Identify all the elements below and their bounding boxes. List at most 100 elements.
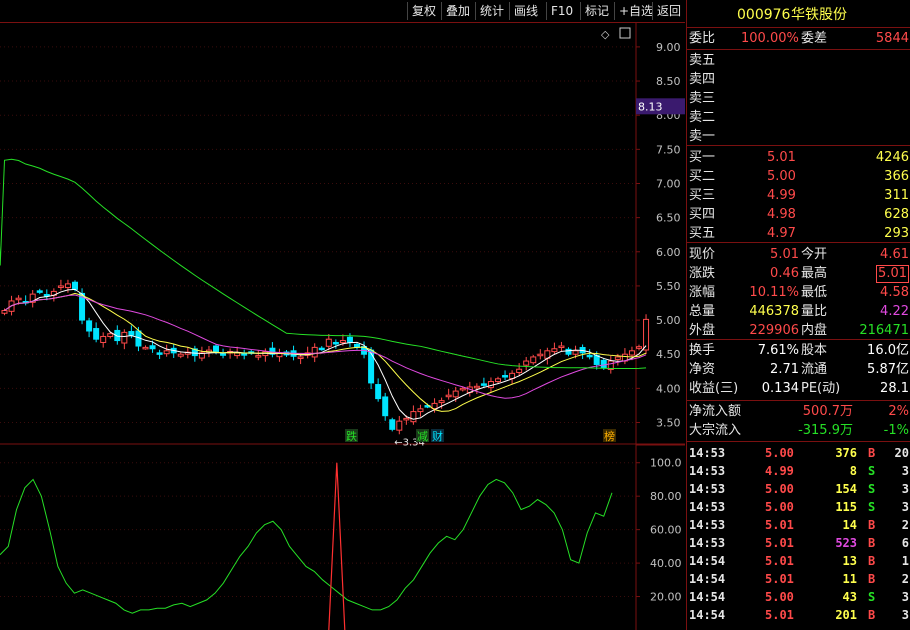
bid-label: 买二 <box>689 169 716 184</box>
bid-volume: 311 <box>884 188 909 203</box>
candle-body <box>220 353 227 356</box>
tick-price: 5.01 <box>765 554 794 568</box>
tick-volume: 376 <box>835 446 857 460</box>
candle-body <box>311 346 318 358</box>
candle-body <box>382 396 389 417</box>
candle-body <box>480 383 487 386</box>
fin-label: 股本 <box>801 343 828 358</box>
candle-body <box>339 340 346 344</box>
back-button[interactable]: 返回 <box>652 2 685 20</box>
add-watchlist-button[interactable]: +自选 <box>614 2 657 20</box>
candle-body <box>473 385 480 389</box>
candle-body <box>213 345 219 353</box>
weibi-value: 100.00% <box>741 31 799 46</box>
bid-label: 买三 <box>689 188 716 203</box>
event-mark-1: 减 <box>417 430 428 443</box>
overlay-button[interactable]: 叠加 <box>441 2 474 20</box>
candle-body <box>459 387 466 391</box>
tick-count: 3 <box>901 482 909 496</box>
fin-value: 0.134 <box>761 381 799 396</box>
tick-volume: 523 <box>835 536 857 550</box>
candle-body <box>516 368 523 374</box>
candle-body <box>255 355 262 358</box>
kline-chart-area[interactable]: 9.00 8.50 8.00 7.50 7.00 6.50 6.00 5.50 5.00 4.50… <box>0 23 685 630</box>
tick-side: S <box>868 482 876 496</box>
tick-side: B <box>868 572 876 586</box>
main-y-tick-label: 5.50 <box>656 280 681 293</box>
stat-label: 量比 <box>801 304 828 319</box>
candle-body <box>121 331 128 344</box>
fin-value: 28.1 <box>880 381 909 396</box>
fin-value: 2.71 <box>770 362 799 377</box>
fin-value: 16.0亿 <box>867 343 909 358</box>
candle-body <box>325 338 332 347</box>
stat-value: 4.22 <box>880 304 909 319</box>
draw-line-button[interactable]: 画线 <box>509 2 542 20</box>
stat-label: 总量 <box>689 304 716 319</box>
fin-label: 流通 <box>801 362 828 377</box>
candle-body <box>417 408 424 413</box>
ask-label: 卖五 <box>689 53 716 68</box>
bid-row-4: 买四 4.98 628 <box>687 205 910 224</box>
tick-count: 3 <box>901 590 909 604</box>
candle-body <box>551 348 558 353</box>
diamond-icon: ◇ <box>601 28 610 41</box>
tick-time: 14:54 <box>689 608 726 622</box>
ask-row-4: 卖四 <box>687 70 910 89</box>
candle-body <box>64 283 71 289</box>
candle-body <box>36 290 43 293</box>
kline-chart-svg[interactable]: 9.008.508.007.507.006.506.005.505.004.50… <box>0 23 685 630</box>
candle-body <box>177 353 184 357</box>
ask-row-1: 卖一 <box>687 127 910 146</box>
candle-body <box>100 335 107 343</box>
tick-price: 5.00 <box>765 500 794 514</box>
candle-body <box>241 353 248 356</box>
candle-body <box>346 336 353 343</box>
fuquan-button[interactable]: 复权 <box>407 2 440 20</box>
fin-value: 5.87亿 <box>867 362 909 377</box>
stock-name: 华铁股份 <box>791 7 847 23</box>
weibi-label: 委比 <box>689 31 716 46</box>
main-y-tick-label: 4.50 <box>656 348 681 361</box>
bid-price: 5.00 <box>767 169 796 184</box>
chart-toolbar: 复权 叠加 统计 画线 F10 标记 +自选 返回 <box>0 0 685 23</box>
candle-body <box>558 345 565 349</box>
stat-label: 内盘 <box>801 323 828 338</box>
candle-body <box>410 411 417 423</box>
stat-label: 今开 <box>801 247 828 262</box>
stat-label: 最高 <box>801 266 828 281</box>
tick-volume: 43 <box>842 590 857 604</box>
tick-count: 1 <box>901 554 909 568</box>
tick-price: 5.01 <box>765 536 794 550</box>
candle-body <box>149 345 156 350</box>
tick-count: 6 <box>901 536 909 550</box>
stat-value: 5.01 <box>770 247 799 262</box>
f10-button[interactable]: F10 <box>546 2 577 20</box>
fin-row: 收益(三) 0.134 PE(动) 28.1 <box>687 379 910 398</box>
tick-count: 3 <box>901 608 909 622</box>
fin-label: 净资 <box>689 362 716 377</box>
bid-row-2: 买二 5.00 366 <box>687 167 910 186</box>
candle-body <box>572 350 579 355</box>
tick-volume: 11 <box>842 572 857 586</box>
stat-row: 外盘 229906 内盘 216471 <box>687 321 910 340</box>
candle-body <box>156 352 163 355</box>
tick-price: 5.01 <box>765 572 794 586</box>
mark-button[interactable]: 标记 <box>580 2 613 20</box>
tick-side: B <box>868 554 876 568</box>
event-mark-2: 财 <box>432 429 443 443</box>
stat-row: 涨跌 0.46 最高 5.01 <box>687 264 910 283</box>
candle-body <box>332 341 339 345</box>
tick-side: B <box>868 518 876 532</box>
ask-row-3: 卖三 <box>687 89 910 108</box>
flow-row: 大宗流入 -315.9万 -1% <box>687 421 910 440</box>
tick-row: 14:54 5.01 11 B 2 <box>687 570 910 588</box>
tick-price: 5.00 <box>765 482 794 496</box>
flow-label: 大宗流入 <box>689 423 742 438</box>
tick-side: B <box>868 446 876 460</box>
main-y-tick-label: 7.50 <box>656 143 681 156</box>
stat-value: 5.01 <box>876 265 909 283</box>
tick-time: 14:53 <box>689 518 726 532</box>
stats-button[interactable]: 统计 <box>475 2 508 20</box>
candle-body <box>1 310 8 314</box>
